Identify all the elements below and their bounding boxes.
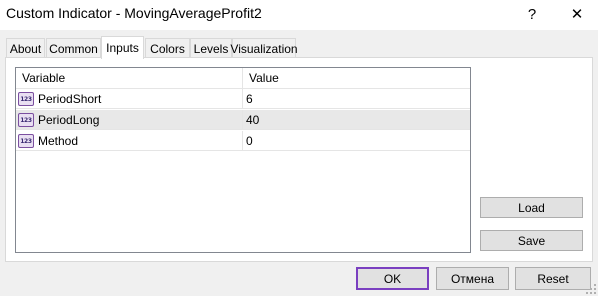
- reset-button[interactable]: Reset: [515, 267, 591, 290]
- integer-type-icon: 123: [18, 113, 34, 127]
- title-bar: Custom Indicator - MovingAverageProfit2 …: [0, 0, 598, 30]
- tab-common[interactable]: Common: [46, 38, 101, 58]
- resize-grip-icon[interactable]: [586, 284, 596, 294]
- variable-name: PeriodShort: [38, 92, 102, 106]
- variable-cell: 123 PeriodLong: [16, 110, 243, 130]
- close-icon: ✕: [570, 6, 584, 23]
- window-title: Custom Indicator - MovingAverageProfit2: [6, 5, 262, 21]
- table-row[interactable]: 123 Method 0: [16, 131, 470, 151]
- cancel-button[interactable]: Отмена: [436, 267, 509, 290]
- table-header: Variable Value: [16, 68, 470, 89]
- inputs-table: Variable Value 123 PeriodShort 6 123 Per…: [15, 67, 471, 253]
- value-cell[interactable]: 6: [243, 89, 470, 109]
- tab-inputs[interactable]: Inputs: [101, 36, 144, 59]
- help-button[interactable]: ?: [512, 0, 552, 28]
- value-cell[interactable]: 0: [243, 131, 470, 151]
- close-button[interactable]: ✕: [557, 0, 597, 28]
- variable-name: Method: [38, 134, 79, 148]
- column-header-variable[interactable]: Variable: [16, 68, 243, 89]
- load-button[interactable]: Load: [480, 197, 583, 218]
- tab-about[interactable]: About: [6, 38, 45, 58]
- table-row[interactable]: 123 PeriodShort 6: [16, 89, 470, 109]
- tab-levels[interactable]: Levels: [190, 38, 232, 58]
- tab-colors[interactable]: Colors: [145, 38, 190, 58]
- value-cell[interactable]: 40: [243, 110, 470, 130]
- ok-button[interactable]: OK: [356, 267, 429, 290]
- help-icon: ?: [527, 5, 537, 23]
- tab-strip: About Common Inputs Colors Levels Visual…: [6, 36, 592, 59]
- variable-name: PeriodLong: [38, 113, 100, 127]
- column-header-value[interactable]: Value: [243, 68, 470, 89]
- integer-type-icon: 123: [18, 134, 34, 148]
- table-row[interactable]: 123 PeriodLong 40: [16, 110, 470, 130]
- integer-type-icon: 123: [18, 92, 34, 106]
- save-button[interactable]: Save: [480, 230, 583, 251]
- variable-cell: 123 PeriodShort: [16, 89, 243, 109]
- tab-visualization[interactable]: Visualization: [230, 38, 298, 58]
- variable-cell: 123 Method: [16, 131, 243, 151]
